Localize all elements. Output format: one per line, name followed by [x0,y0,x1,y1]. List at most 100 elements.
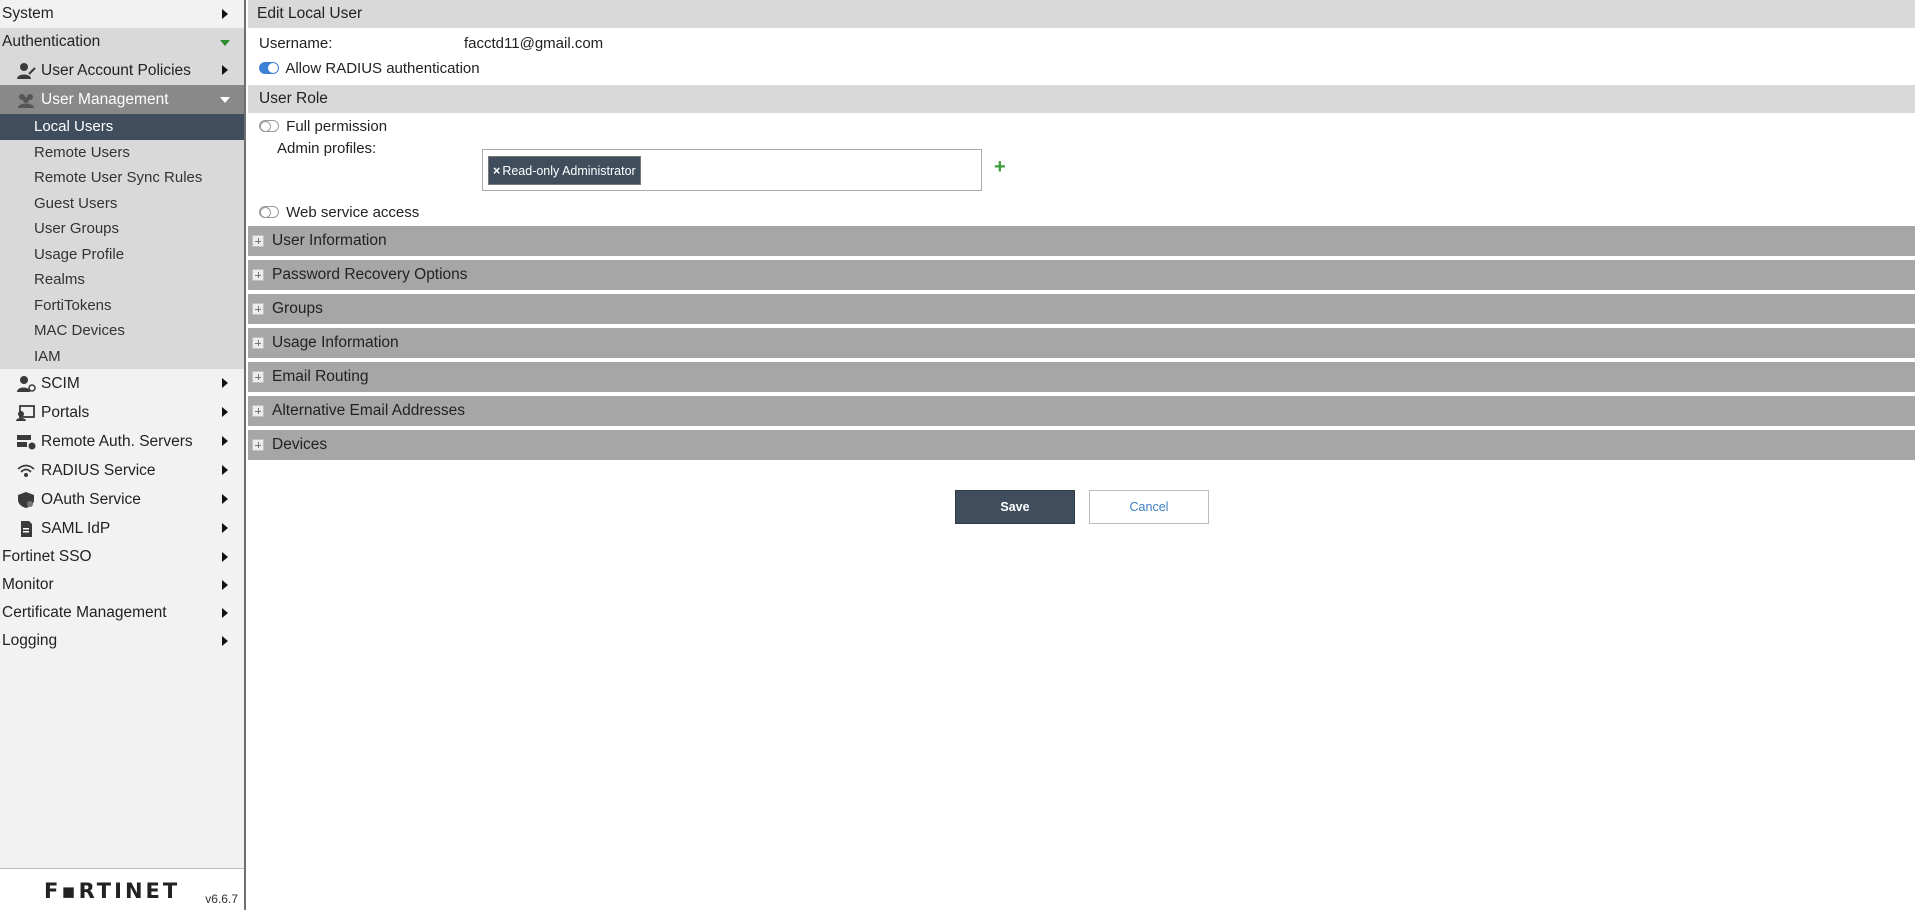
full-permission-label: Full permission [286,118,388,135]
nav-fortitokens[interactable]: FortiTokens [0,293,244,319]
chevron-right-icon [222,523,228,533]
expand-icon [252,439,264,451]
web-service-toggle[interactable] [259,206,279,219]
nav-iam[interactable]: IAM [0,344,244,370]
chevron-right-icon [222,608,228,618]
nav-usage-profile[interactable]: Usage Profile [0,242,244,268]
nav-local-users[interactable]: Local Users [0,114,244,140]
toggle-knob [260,207,271,219]
nav-oauth-service[interactable]: OAuth Service [0,485,244,514]
nav-user-groups-label: User Groups [34,220,120,237]
section-groups[interactable]: Groups [248,294,1915,324]
chevron-right-icon [222,465,228,475]
nav-logging[interactable]: Logging [0,627,244,655]
scim-user-sync-icon [17,376,36,392]
save-button[interactable]: Save [955,490,1075,524]
nav-monitor[interactable]: Monitor [0,571,244,599]
nav-realms[interactable]: Realms [0,267,244,293]
nav-remote-user-sync-rules-label: Remote User Sync Rules [34,169,203,186]
nav-certificate-management[interactable]: Certificate Management [0,599,244,627]
expand-icon [252,405,264,417]
section-label: Usage Information [272,334,399,351]
cancel-button[interactable]: Cancel [1089,490,1209,524]
nav-usage-profile-label: Usage Profile [34,245,125,263]
nav-radius-service-label: RADIUS Service [41,462,156,479]
nav-authentication-label: Authentication [2,33,101,50]
nav-saml-idp[interactable]: SAML IdP [0,514,244,543]
expand-icon [252,235,264,247]
radius-toggle[interactable] [259,62,279,75]
portal-icon [16,405,35,421]
chevron-right-icon [222,636,228,646]
nav-system-label: System [2,5,54,22]
chevron-right-icon [222,436,228,446]
nav-guest-users[interactable]: Guest Users [0,191,244,217]
page-title: Edit Local User [248,0,1915,28]
authentication-submenu: User Account Policies User Management Lo… [0,56,244,369]
expand-icon [252,337,264,349]
nav-remote-auth-servers-label: Remote Auth. Servers [41,433,193,450]
web-service-label: Web service access [286,204,420,221]
section-label: Groups [272,300,323,317]
nav-remote-users[interactable]: Remote Users [0,140,244,166]
add-icon[interactable]: + [994,156,1006,179]
section-email-routing[interactable]: Email Routing [248,362,1915,392]
app-window: System Authentication User Account Polic… [0,0,1915,910]
section-label: Email Routing [272,368,369,385]
nav-mac-devices-label: MAC Devices [34,322,125,339]
radius-row: Allow RADIUS authentication [248,57,1915,81]
nav-authentication[interactable]: Authentication [0,28,244,56]
chevron-right-icon [222,407,228,417]
chevron-right-icon [222,9,228,19]
chevron-right-icon [222,65,228,75]
remove-icon[interactable]: × [493,164,500,178]
section-label: Alternative Email Addresses [272,402,465,419]
nav-certificate-management-label: Certificate Management [2,604,167,621]
nav-user-management[interactable]: User Management [0,85,244,114]
toggle-knob [260,121,271,133]
admin-profile-chip[interactable]: × Read-only Administrator [488,156,641,185]
section-password-recovery-options[interactable]: Password Recovery Options [248,260,1915,290]
section-user-information[interactable]: User Information [248,226,1915,256]
nav-portals-label: Portals [41,404,90,421]
section-alternative-email-addresses[interactable]: Alternative Email Addresses [248,396,1915,426]
username-label: Username: [259,35,333,52]
full-permission-toggle[interactable] [259,120,279,133]
chevron-right-icon [222,494,228,504]
nav-local-users-label: Local Users [34,118,114,135]
nav-scim[interactable]: SCIM [0,369,244,398]
expand-icon [252,371,264,383]
brand-footer: F▪RTINET v6.6.7 [0,868,244,910]
nav-user-groups[interactable]: User Groups [0,216,244,242]
toggle-knob [268,63,278,74]
fortinet-logo: F▪RTINET [44,879,181,903]
nav-saml-idp-label: SAML IdP [41,520,111,537]
nav-fortinet-sso[interactable]: Fortinet SSO [0,543,244,571]
nav-remote-auth-servers[interactable]: Remote Auth. Servers [0,427,244,456]
chevron-down-icon [220,97,230,103]
nav-radius-service[interactable]: RADIUS Service [0,456,244,485]
main-content: Edit Local User Username: facctd11@gmail… [248,0,1915,910]
nav-user-account-policies[interactable]: User Account Policies [0,56,244,85]
nav-remote-user-sync-rules[interactable]: Remote User Sync Rules [0,165,244,191]
nav-oauth-service-label: OAuth Service [41,491,141,508]
section-usage-information[interactable]: Usage Information [248,328,1915,358]
nav-mac-devices[interactable]: MAC Devices [0,318,244,344]
nav-monitor-label: Monitor [2,576,54,593]
expand-icon [252,269,264,281]
users-icon [18,94,34,108]
web-service-row: Web service access [248,200,419,226]
nav-portals[interactable]: Portals [0,398,244,427]
admin-profiles-input[interactable]: × Read-only Administrator [482,149,982,191]
wireless-icon [17,464,35,477]
nav-scim-label: SCIM [41,375,80,392]
section-devices[interactable]: Devices [248,430,1915,460]
server-icon [17,435,36,450]
collapsible-sections: User Information Password Recovery Optio… [248,226,1915,464]
username-row: Username: facctd11@gmail.com [248,31,1915,57]
admin-profile-chip-label: Read-only Administrator [502,164,636,178]
section-label: Devices [272,436,328,453]
admin-profiles-label: Admin profiles: [277,140,377,157]
nav-system[interactable]: System [0,0,244,28]
nav-remote-users-label: Remote Users [34,143,130,161]
